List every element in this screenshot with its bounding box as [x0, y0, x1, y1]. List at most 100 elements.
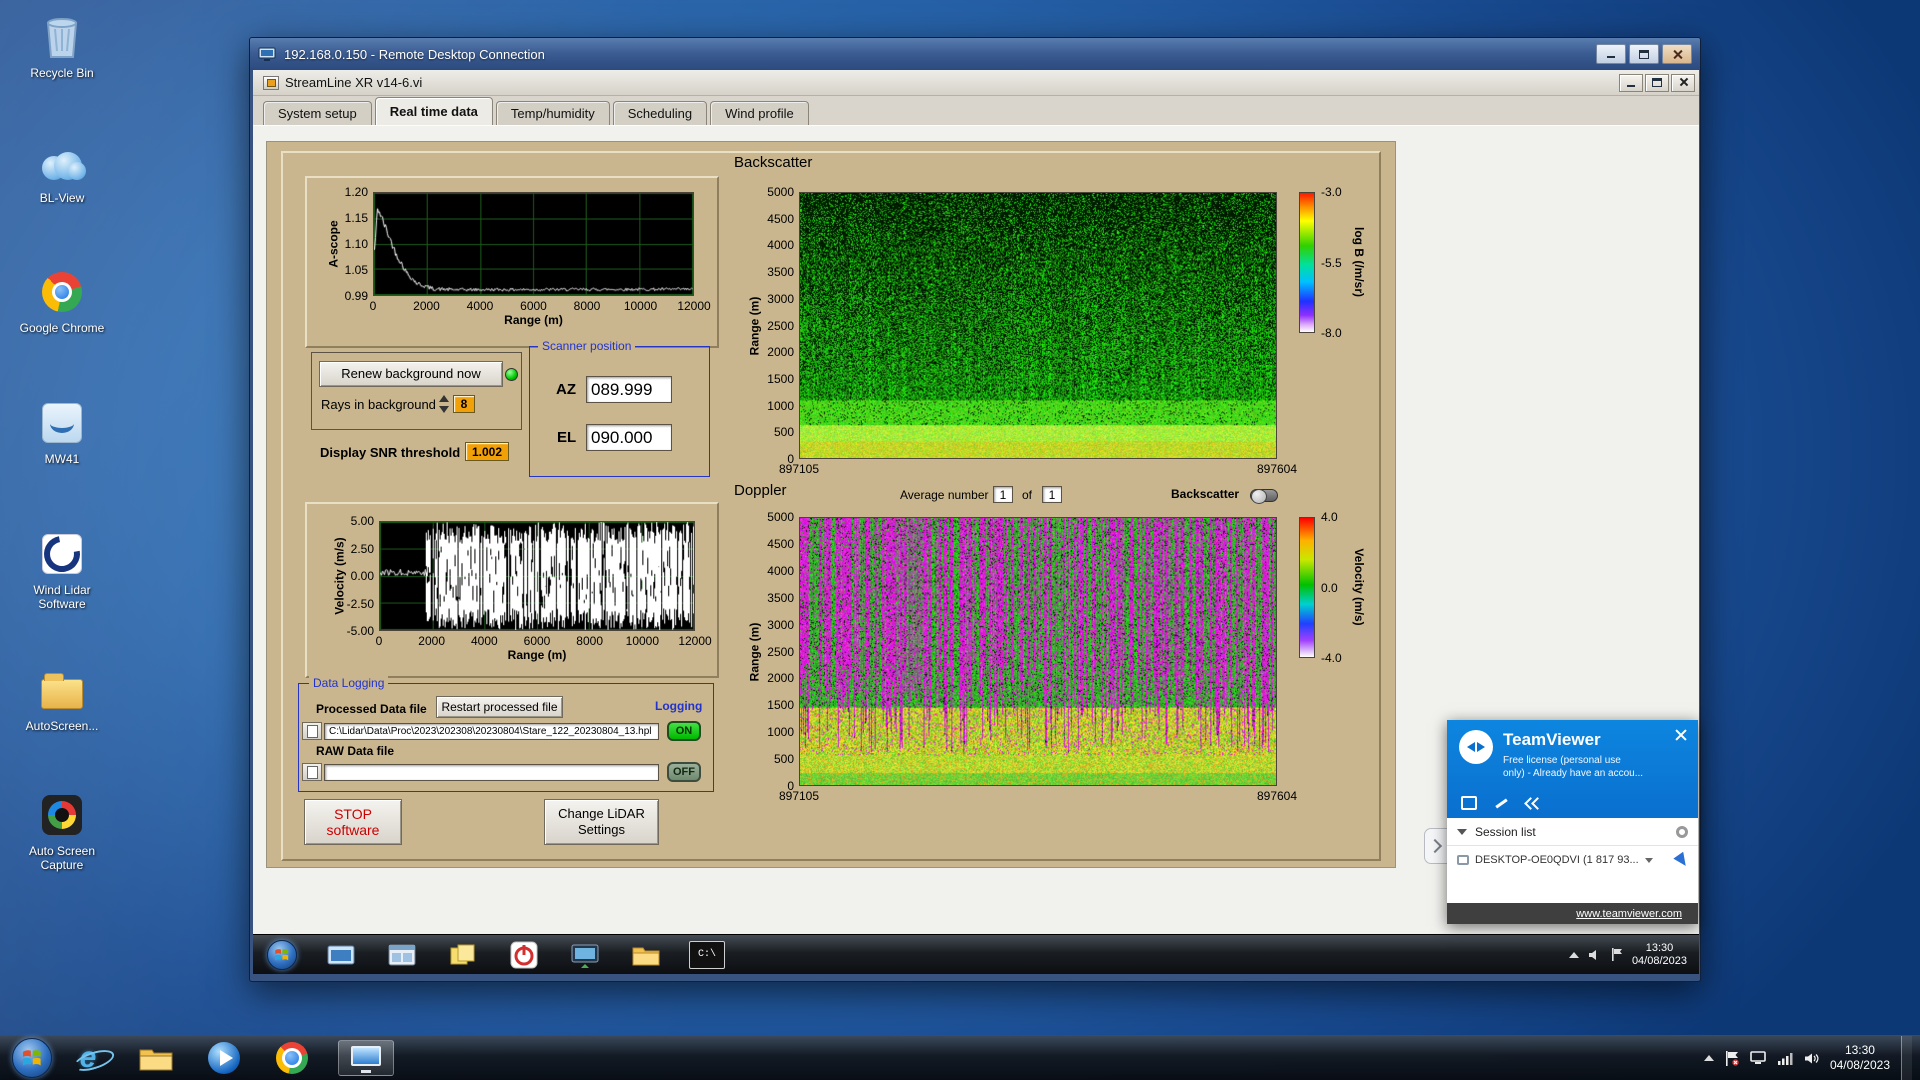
bl-view-icon	[37, 137, 87, 187]
doppler-colorbar-label: Velocity (m/s)	[1352, 548, 1366, 626]
restart-processed-file-button[interactable]: Restart processed file	[436, 696, 563, 718]
rdp-taskbar-power-app-icon[interactable]	[506, 941, 542, 969]
tray-volume-icon[interactable]	[1804, 1052, 1819, 1065]
taskbar-media-player-icon[interactable]	[202, 1040, 246, 1076]
rays-spinner[interactable]	[439, 395, 451, 413]
collapse-icon[interactable]	[1525, 796, 1541, 810]
raw-path-drive-icon[interactable]	[302, 763, 322, 781]
rdp-close-button[interactable]	[1662, 44, 1692, 64]
rdp-tray-show-hidden-icon[interactable]	[1568, 951, 1579, 958]
session-list-row[interactable]: Session list	[1447, 818, 1698, 846]
tab-system-setup[interactable]: System setup	[263, 101, 372, 125]
rdp-taskbar-command-prompt-icon[interactable]: C:\	[689, 940, 725, 969]
tick-label: -8.0	[1321, 326, 1342, 340]
snr-threshold-field[interactable]: 1.002	[465, 442, 509, 461]
tab-scheduling[interactable]: Scheduling	[612, 101, 708, 125]
chevron-down-icon[interactable]	[1644, 857, 1653, 863]
tab-temp-humidity[interactable]: Temp/humidity	[495, 101, 610, 125]
average-count-field[interactable]: 1	[1042, 486, 1062, 503]
session-entry-label: DESKTOP-OE0QDVI (1 817 93...	[1475, 854, 1639, 866]
tick-label: -4.0	[1321, 651, 1342, 665]
tab-real-time-data[interactable]: Real time data	[374, 97, 493, 125]
rdp-taskbar-notes-icon[interactable]	[445, 941, 481, 969]
tick-label: 500	[773, 752, 794, 767]
rdp-maximize-button[interactable]	[1629, 44, 1659, 64]
taskbar-rdp-window-button[interactable]	[338, 1040, 394, 1076]
decrement-icon[interactable]	[439, 406, 449, 413]
rdp-computer-icon	[258, 47, 276, 61]
app-close-button[interactable]	[1671, 73, 1695, 92]
desktop-icon-recycle-bin[interactable]: Recycle Bin	[10, 12, 114, 80]
rdp-tray-volume-icon[interactable]	[1588, 949, 1602, 961]
tick-label: 5000	[767, 185, 794, 199]
tick-label: 12000	[677, 299, 711, 313]
tab-bar: System setup Real time data Temp/humidit…	[253, 96, 1699, 126]
app-minimize-button[interactable]	[1619, 73, 1643, 92]
mw41-icon	[37, 398, 87, 448]
average-number-field[interactable]: 1	[993, 486, 1013, 503]
doppler-title: Doppler	[734, 482, 787, 499]
front-panel: Backscatter A-scope 1.20 1.15 1.10 1.05 0.99…	[266, 141, 1396, 868]
doppler-x-ticks: 897105 897604	[779, 789, 1297, 803]
teamviewer-link[interactable]: www.teamviewer.com	[1576, 908, 1682, 920]
session-entry-row[interactable]: DESKTOP-OE0QDVI (1 817 93...	[1447, 846, 1698, 874]
desktop-icon-label: MW41	[44, 452, 80, 466]
rdp-taskbar-folder-icon[interactable]	[628, 941, 664, 969]
annotate-icon[interactable]	[1493, 796, 1509, 810]
desktop-icon-label: Recycle Bin	[30, 66, 94, 80]
app-maximize-button[interactable]	[1645, 73, 1669, 92]
show-desktop-button[interactable]	[1901, 1036, 1912, 1080]
tray-network-icon[interactable]	[1777, 1052, 1793, 1065]
rdp-minimize-button[interactable]	[1596, 44, 1626, 64]
processed-path-drive-icon[interactable]	[302, 722, 322, 740]
rdp-taskbar-app-window-icon[interactable]	[384, 941, 420, 969]
change-lidar-settings-button[interactable]: Change LiDAR Settings	[544, 799, 659, 845]
taskbar-internet-explorer-icon[interactable]: e	[66, 1040, 110, 1076]
taskbar-chrome-icon[interactable]	[270, 1040, 314, 1076]
az-value-field[interactable]: 089.999	[586, 376, 672, 403]
desktop-icon-wind-lidar[interactable]: Wind Lidar Software	[10, 529, 114, 611]
start-button[interactable]	[12, 1038, 52, 1078]
gear-icon[interactable]	[1676, 825, 1688, 838]
backscatter-toggle[interactable]	[1250, 489, 1278, 504]
contacts-icon[interactable]	[1461, 796, 1477, 810]
rdp-clock[interactable]: 13:30 04/08/2023	[1632, 942, 1687, 968]
desktop-icon-auto-screen-capture[interactable]: Auto Screen Capture	[10, 790, 114, 872]
backscatter-colorbar-label: log B (/m/sr)	[1352, 226, 1366, 298]
desktop-icon-mw41[interactable]: MW41	[10, 398, 114, 466]
velocity-y-ticks: 5.00 2.50 0.00 -2.50 -5.00	[326, 514, 374, 638]
system-clock[interactable]: 13:30 04/08/2023	[1830, 1043, 1890, 1073]
desktop-icon-autoscreen[interactable]: AutoScreen...	[10, 665, 114, 733]
taskbar-explorer-icon[interactable]	[134, 1040, 178, 1076]
tick-label: 6000	[520, 299, 547, 313]
el-value-field[interactable]: 090.000	[586, 424, 672, 451]
rays-value-field[interactable]: 8	[453, 395, 475, 413]
rdp-taskbar-explorer-icon[interactable]	[323, 941, 359, 969]
data-logging-title: Data Logging	[309, 676, 389, 690]
processed-path-field[interactable]: C:\Lidar\Data\Proc\2023\202308\20230804\…	[324, 723, 659, 740]
desktop-icon-google-chrome[interactable]: Google Chrome	[10, 267, 114, 335]
rdp-titlebar[interactable]: 192.168.0.150 - Remote Desktop Connectio…	[250, 38, 1700, 70]
teamviewer-collapse-handle[interactable]	[1424, 828, 1447, 864]
background-group: Renew background now Rays in background …	[311, 352, 522, 430]
renew-background-button[interactable]: Renew background now	[319, 361, 503, 387]
processed-logging-on-button[interactable]: ON	[667, 721, 701, 741]
tray-action-center-icon[interactable]	[1725, 1050, 1739, 1066]
doppler-colorbar	[1299, 517, 1315, 658]
raw-logging-off-button[interactable]: OFF	[667, 762, 701, 782]
raw-path-field[interactable]	[324, 764, 659, 781]
rdp-tray-flag-icon[interactable]	[1611, 948, 1623, 961]
rdp-taskbar-screen-capture-icon[interactable]	[567, 941, 603, 969]
tick-label: 0	[369, 299, 377, 313]
tray-show-hidden-icon[interactable]	[1703, 1055, 1714, 1061]
tab-wind-profile[interactable]: Wind profile	[710, 101, 809, 125]
desktop-icon-bl-view[interactable]: BL-View	[10, 137, 114, 205]
restart-button-label: Restart processed file	[441, 700, 558, 714]
app-titlebar[interactable]: StreamLine XR v14-6.vi	[253, 70, 1699, 96]
tick-label: 2000	[767, 345, 794, 360]
rdp-start-button[interactable]	[267, 939, 297, 970]
increment-icon[interactable]	[439, 395, 449, 402]
stop-software-button[interactable]: STOP software	[304, 799, 402, 845]
tray-display-icon[interactable]	[1750, 1051, 1766, 1065]
close-icon[interactable]	[1674, 728, 1688, 742]
